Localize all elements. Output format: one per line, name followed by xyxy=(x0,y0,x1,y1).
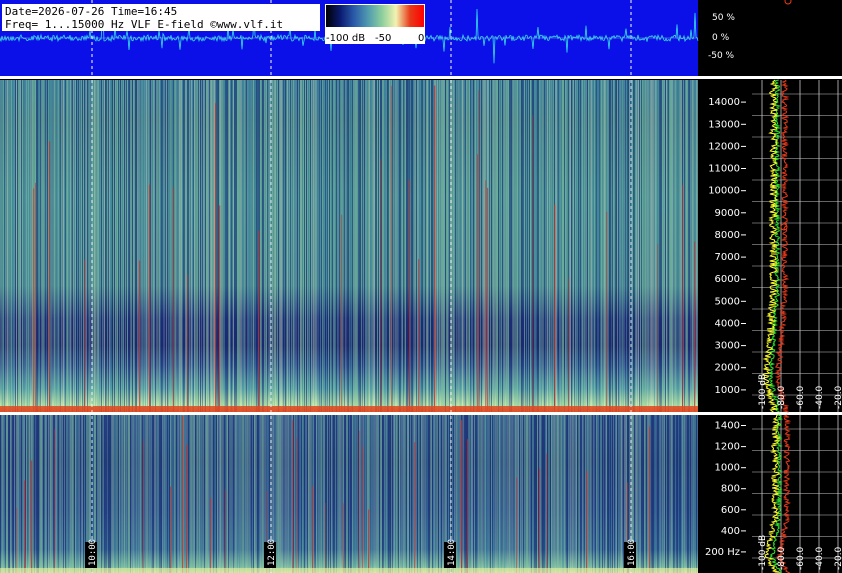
spectrum-xlabel: -20.0 xyxy=(834,546,842,570)
colorbar-gradient xyxy=(326,5,424,27)
freq-tick-label: 5000 xyxy=(715,296,740,307)
time-label: 16:00 xyxy=(624,539,637,568)
spectrogram-separator xyxy=(0,412,842,415)
time-label-text: 10:00 xyxy=(88,539,98,566)
spectrum-xlabel: -100 dB xyxy=(758,535,768,570)
freq-tick-label: 11000 xyxy=(708,164,740,175)
freq-tick-label: 3000 xyxy=(715,341,740,352)
freq-tick-label: 200 Hz xyxy=(705,547,740,558)
waveform-ylabel-0: 0 % xyxy=(712,33,730,43)
time-label-text: 16:00 xyxy=(627,539,637,566)
overload-indicator xyxy=(784,0,792,5)
freq-tick-label: 400 xyxy=(721,526,740,537)
spectrum-xlabel: -60.0 xyxy=(796,385,806,409)
freq-tick-label: 8000 xyxy=(715,230,740,241)
colorbar-label-mid: -50 xyxy=(375,33,391,44)
time-label-text: 12:00 xyxy=(267,539,277,566)
freq-tick-label: 9000 xyxy=(715,208,740,219)
freq-tick-label: 1200 xyxy=(715,442,740,453)
spectrum-xlabel: -80.0 xyxy=(777,546,787,570)
spectrum-xlabel: -40.0 xyxy=(815,546,825,570)
freq-tick-label: 800 xyxy=(721,484,740,495)
time-label: 14:00 xyxy=(444,539,457,568)
freq-tick-label: 2000 xyxy=(715,363,740,374)
spectrum-low: -100 dB -80.0 -60.0 -40.0 -20.0 xyxy=(752,414,842,573)
freq-tick-label: 7000 xyxy=(715,252,740,263)
colorbar-label-max: 0 xyxy=(418,33,424,44)
freq-tick-label: 1400 xyxy=(715,421,740,432)
header-line1: Date=2026-07-26 Time=16:45 xyxy=(5,5,177,18)
frequency-axis-full: 1000 2000 3000 4000 5000 6000 7000 8000 9000 1000… xyxy=(708,97,746,396)
spectrum-xlabel: -100 dB xyxy=(758,374,768,409)
panel-separator xyxy=(0,76,842,79)
freq-tick-label: 1000 xyxy=(715,463,740,474)
spectrum-xlabel: -40.0 xyxy=(815,385,825,409)
spectrogram-full xyxy=(0,80,698,413)
header-line2: Freq= 1...15000 Hz VLF E-field ©www.vlf.… xyxy=(5,18,283,31)
spectrogram-low xyxy=(0,415,698,573)
time-label: 12:00 xyxy=(264,539,277,568)
freq-tick-label: 13000 xyxy=(708,119,740,130)
spectrum-xlabel: -20.0 xyxy=(834,385,842,409)
spectrum-full: -100 dB -80.0 -60.0 -40.0 -20.0 xyxy=(752,79,842,413)
freq-tick-label: 12000 xyxy=(708,141,740,152)
freq-tick-label: 10000 xyxy=(708,186,740,197)
freq-tick-label: 14000 xyxy=(708,97,740,108)
colorbar-label-min: -100 dB xyxy=(326,33,365,44)
spectrum-xlabel: -60.0 xyxy=(796,546,806,570)
frequency-axis-low: 200 Hz 400 600 800 1000 1200 1400 xyxy=(705,421,746,558)
spectrum-xlabel: -80.0 xyxy=(777,385,787,409)
freq-tick-label: 4000 xyxy=(715,319,740,330)
time-label: 10:00 xyxy=(85,539,98,568)
time-label-text: 14:00 xyxy=(447,539,457,566)
waveform-ylabel-50: 50 % xyxy=(712,13,735,23)
freq-tick-label: 600 xyxy=(721,505,740,516)
freq-tick-label: 6000 xyxy=(715,274,740,285)
waveform-ylabel-neg50: -50 % xyxy=(708,51,735,61)
vlf-monitor: Date=2026-07-26 Time=16:45 Freq= 1...150… xyxy=(0,0,842,573)
freq-tick-label: 1000 xyxy=(715,385,740,396)
